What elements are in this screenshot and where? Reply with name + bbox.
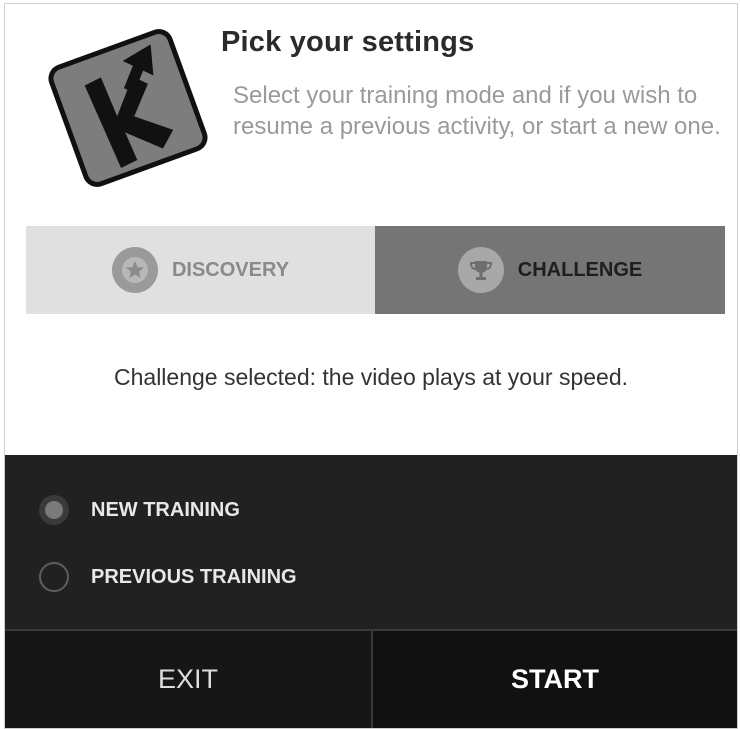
logo-k-icon — [48, 29, 208, 187]
star-icon — [111, 247, 158, 293]
training-options-panel: NEW TRAINING PREVIOUS TRAINING — [5, 455, 737, 629]
challenge-mode-button[interactable]: CHALLENGE — [375, 226, 725, 314]
radio-label-previous-training: PREVIOUS TRAINING — [91, 565, 297, 588]
footer-actions: EXIT START — [5, 629, 737, 728]
settings-dialog: Pick your settings Select your training … — [4, 3, 738, 729]
start-button[interactable]: START — [373, 631, 737, 728]
discovery-mode-label: DISCOVERY — [171, 258, 290, 281]
radio-unchecked-icon[interactable] — [39, 562, 69, 592]
app-logo — [43, 20, 213, 190]
training-mode-toggle: DISCOVERY CHALLENGE — [26, 226, 725, 314]
radio-label-new-training: NEW TRAINING — [91, 498, 240, 521]
challenge-mode-label: CHALLENGE — [517, 258, 643, 281]
radio-checked-icon[interactable] — [39, 495, 69, 525]
discovery-mode-button[interactable]: DISCOVERY — [26, 226, 375, 314]
page-title: Pick your settings — [221, 26, 475, 58]
radio-previous-training[interactable]: PREVIOUS TRAINING — [39, 557, 297, 597]
trophy-icon — [457, 247, 504, 293]
radio-new-training[interactable]: NEW TRAINING — [39, 490, 240, 530]
mode-description: Challenge selected: the video plays at y… — [114, 364, 628, 390]
page-subtitle: Select your training mode and if you wis… — [233, 82, 721, 140]
exit-button[interactable]: EXIT — [5, 631, 373, 728]
